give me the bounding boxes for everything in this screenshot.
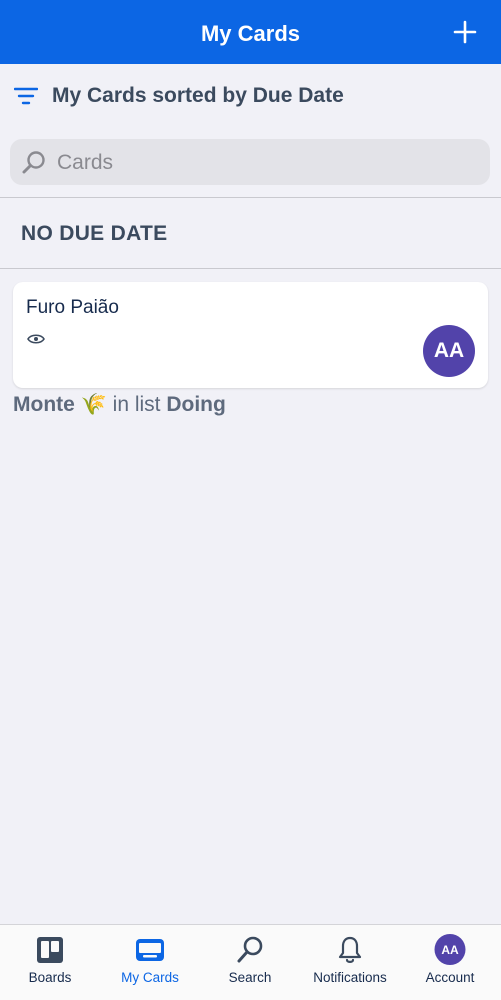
tab-label: Boards <box>28 970 72 985</box>
sort-bar[interactable]: My Cards sorted by Due Date <box>0 64 501 128</box>
filter-icon[interactable] <box>14 86 38 106</box>
add-icon[interactable] <box>453 20 477 44</box>
search-icon <box>237 936 263 963</box>
search-icon <box>22 151 45 174</box>
board-name: Monte 🌾 <box>13 393 107 416</box>
divider <box>0 268 501 269</box>
list-prefix: in list <box>112 393 161 416</box>
tab-label: Notifications <box>313 970 387 985</box>
page-title: My Cards <box>200 21 301 46</box>
header-bar: My Cards <box>0 0 501 64</box>
sort-label: My Cards sorted by Due Date <box>52 84 344 107</box>
tab-label: Search <box>228 970 272 985</box>
tab-label: My Cards <box>121 970 179 985</box>
tab-bar: Boards My Cards Search Notifications AA … <box>0 924 501 1000</box>
boards-icon <box>37 937 63 963</box>
bell-icon <box>338 936 362 963</box>
tab-account[interactable]: AA Account <box>400 925 500 1000</box>
tab-notifications[interactable]: Notifications <box>300 925 400 1000</box>
avatar: AA <box>434 934 466 965</box>
section-title: NO DUE DATE <box>21 222 168 245</box>
card-location: Monte 🌾 in list Doing <box>13 393 226 417</box>
tab-boards[interactable]: Boards <box>0 925 100 1000</box>
card[interactable]: Furo Paião AA <box>13 282 488 388</box>
avatar[interactable]: AA <box>423 325 475 377</box>
cards-icon <box>136 939 164 961</box>
list-name: Doing <box>166 393 226 416</box>
divider <box>0 197 501 198</box>
tab-search[interactable]: Search <box>200 925 300 1000</box>
card-title: Furo Paião <box>26 297 119 318</box>
eye-icon <box>27 334 45 344</box>
search-input[interactable] <box>55 139 479 187</box>
search-field[interactable] <box>10 139 490 187</box>
tab-label: Account <box>425 970 475 985</box>
tab-my-cards[interactable]: My Cards <box>100 925 200 1000</box>
